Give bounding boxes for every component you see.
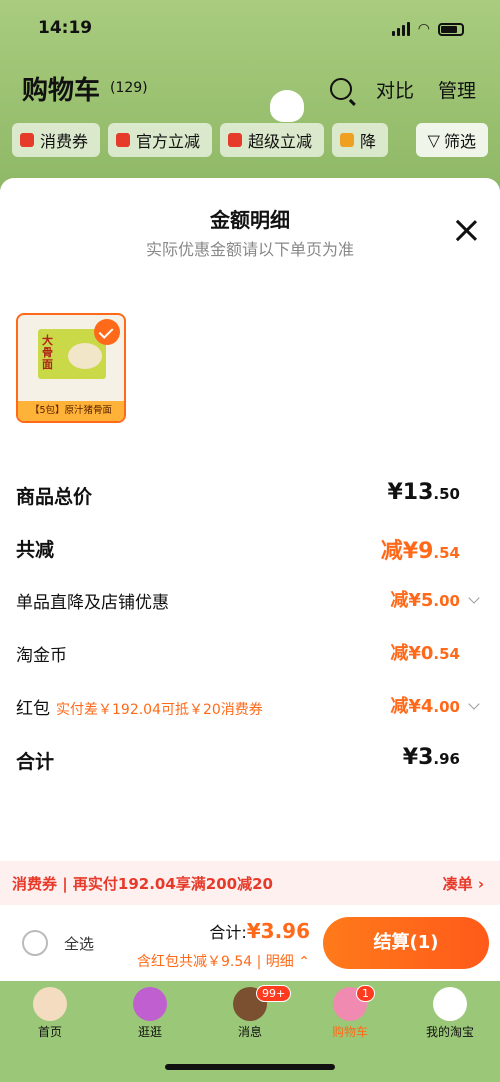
chip-label: 降 (360, 132, 377, 151)
row-value: ¥3.96 (403, 745, 460, 770)
browse-icon (133, 987, 167, 1021)
chip-price-drop[interactable]: 降 (332, 123, 389, 157)
row-value: 减¥0.54 (390, 639, 460, 665)
row-label: 共减 (16, 539, 55, 561)
row-store-discount[interactable]: 单品直降及店铺优惠 减¥5.00 (0, 586, 500, 616)
row-label: 合计 (16, 751, 55, 773)
chip-label: 超级立减 (248, 132, 313, 151)
row-label: 商品总价 (16, 486, 93, 508)
arrow-down-icon (228, 133, 243, 147)
red-packet-note: 实付差￥192.04可抵￥20消费券 (56, 702, 263, 718)
row-label: 淘金币 (16, 646, 67, 666)
red-packet-label: 红包 (16, 699, 50, 719)
total-amount: 合计:¥3.96 (209, 919, 310, 943)
value-decimal: .96 (433, 750, 460, 768)
chevron-down-icon[interactable] (468, 698, 480, 710)
cart-count: (129) (110, 80, 148, 96)
value-decimal: .50 (433, 485, 460, 503)
value-main: 减¥5 (390, 590, 434, 611)
value-main: ¥3 (402, 745, 434, 770)
selected-check-icon[interactable] (94, 319, 120, 345)
wifi-icon: ◠ (417, 21, 430, 37)
sheet-subtitle: 实际优惠金额请以下单页为准 (145, 240, 354, 259)
checkout-bar: 全选 合计:¥3.96 含红包共减￥9.54 | 明细 ⌃ 结算(1) (0, 905, 500, 981)
row-total-discount: 共减 减¥9.54 (0, 533, 500, 565)
tab-label: 首页 (37, 1025, 62, 1039)
chevron-down-icon[interactable] (468, 592, 480, 604)
add-items-link[interactable]: 凑单 › (443, 873, 484, 894)
row-taojinbi: 淘金币 减¥0.54 (0, 639, 500, 669)
product-label: 【5包】原汁猪骨面 (18, 401, 124, 421)
product-thumbnail[interactable]: 大骨面 【5包】原汁猪骨面 (16, 313, 126, 423)
page-title: 购物车 (22, 76, 101, 106)
total-label: 合计: (209, 923, 247, 942)
arrow-down-icon (340, 133, 355, 147)
status-icons: ◠ (391, 21, 464, 37)
chip-label: 消费券 (40, 132, 89, 151)
tab-home[interactable]: 首页 (0, 981, 100, 1040)
row-red-packet[interactable]: 红包 实付差￥192.04可抵￥20消费券 减¥4.00 (0, 692, 500, 722)
tab-label: 逛逛 (137, 1025, 162, 1039)
tab-messages[interactable]: 消息 99+ (200, 981, 300, 1040)
status-time: 14:19 (38, 18, 93, 38)
amount-detail-sheet: 金额明细 实际优惠金额请以下单页为准 大骨面 【5包】原汁猪骨面 商品总价 ¥1… (0, 178, 500, 978)
select-all-label[interactable]: 全选 (64, 933, 94, 954)
value-main: ¥13 (387, 480, 434, 505)
messages-badge: 99+ (256, 985, 292, 1002)
lightning-icon (116, 133, 131, 147)
battery-icon (438, 22, 464, 36)
noodle-bowl (68, 343, 102, 369)
total-value: ¥3.96 (246, 919, 310, 943)
compare-button[interactable]: 对比 (376, 76, 414, 103)
coupon-icon (20, 133, 34, 147)
tab-my-taobao[interactable]: 我的淘宝 (400, 981, 500, 1040)
page-header: 购物车 (129) 对比 管理 (0, 70, 500, 110)
value-main: 减¥0 (390, 643, 434, 664)
close-icon[interactable] (454, 218, 478, 242)
chip-super-discount[interactable]: 超级立减 (220, 123, 325, 157)
search-icon[interactable] (330, 78, 352, 100)
signal-icon (391, 22, 410, 36)
filter-button[interactable]: ▽ 筛选 (415, 123, 488, 157)
home-indicator[interactable] (165, 1064, 335, 1070)
status-bar: 14:19 ◠ (0, 18, 500, 44)
row-value: 减¥5.00 (390, 586, 460, 612)
funnel-icon: ▽ (427, 130, 440, 150)
row-label: 红包 实付差￥192.04可抵￥20消费券 (16, 694, 263, 719)
tab-cart[interactable]: 购物车 1 (300, 981, 400, 1040)
row-value: 减¥9.54 (381, 533, 460, 565)
manage-button[interactable]: 管理 (438, 76, 476, 103)
home-icon (33, 987, 67, 1021)
chip-label: 官方立减 (136, 132, 201, 151)
row-value: 减¥4.00 (390, 692, 460, 718)
tab-label: 消息 (237, 1025, 262, 1039)
row-label: 单品直降及店铺优惠 (16, 593, 169, 613)
cart-badge: 1 (356, 985, 375, 1002)
value-main: 减¥9 (380, 539, 434, 564)
value-decimal: .00 (433, 592, 460, 610)
value-decimal: .54 (433, 645, 460, 663)
chip-coupon[interactable]: 消费券 (12, 123, 101, 157)
mascot-icon (270, 90, 304, 122)
value-decimal: .54 (433, 544, 460, 562)
coupon-promo-bar[interactable]: 消费券 | 再实付192.04享满200减20 凑单 › (0, 861, 500, 905)
chip-official-discount[interactable]: 官方立减 (108, 123, 213, 157)
tab-browse[interactable]: 逛逛 (100, 981, 200, 1040)
sheet-title: 金额明细 (210, 208, 290, 232)
row-total-price: 商品总价 ¥13.50 (0, 480, 500, 510)
filter-label: 筛选 (443, 132, 476, 151)
checkout-button[interactable]: 结算(1) (323, 917, 489, 969)
tab-label: 购物车 (331, 1025, 368, 1039)
row-sum: 合计 ¥3.96 (0, 745, 500, 775)
promo-text: 消费券 | 再实付192.04享满200减20 (12, 875, 273, 893)
product-package-text: 大骨面 (42, 334, 53, 371)
value-main: 减¥4 (390, 696, 434, 717)
discount-detail-toggle[interactable]: 含红包共减￥9.54 | 明细 ⌃ (137, 951, 310, 971)
select-all-checkbox[interactable] (22, 930, 48, 956)
profile-icon (433, 987, 467, 1021)
value-decimal: .00 (433, 698, 460, 716)
row-value: ¥13.50 (387, 480, 460, 505)
tab-label: 我的淘宝 (425, 1025, 474, 1039)
